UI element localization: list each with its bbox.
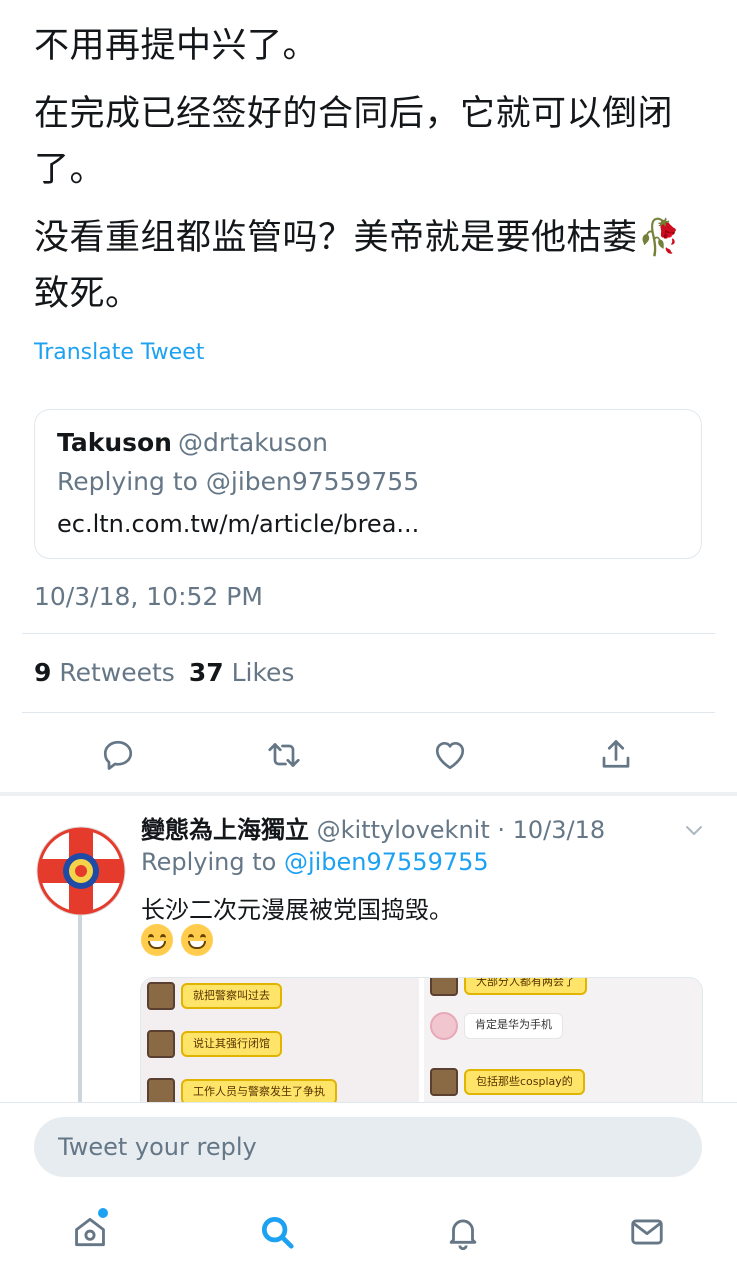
chat-message: 肯定是华为手机 <box>430 1012 563 1040</box>
reply-text: 长沙二次元漫展被党国捣毁。 <box>141 896 453 924</box>
replying-to-label: Replying to <box>141 848 277 876</box>
thread-line <box>78 915 82 1102</box>
quoted-author-handle: @drtakuson <box>177 428 328 457</box>
reply-handle-date: @kittyloveknit · 10/3/18 <box>316 816 606 844</box>
share-icon <box>602 740 630 768</box>
media-image-right[interactable]: 大部分人都有两会了 肯定是华为手机 包括那些cosplay的 <box>424 978 702 1102</box>
tab-search[interactable] <box>255 1210 299 1254</box>
retweets-label: Retweets <box>59 658 175 687</box>
chat-bubble: 说让其强行闭馆 <box>181 1031 282 1057</box>
chat-avatar <box>147 1030 175 1058</box>
chat-message: 包括那些cosplay的 <box>430 1068 585 1096</box>
bottom-tab-bar <box>0 1192 737 1280</box>
chat-message: 工作人员与警察发生了争执 <box>147 1078 337 1102</box>
chat-avatar <box>147 1078 175 1102</box>
likes-stat[interactable]: 37 Likes <box>189 658 295 687</box>
quoted-author-row: Takuson @drtakuson <box>57 428 328 457</box>
grinning-emoji-icon <box>141 924 173 956</box>
divider <box>22 712 715 713</box>
chat-message: 说让其强行闭馆 <box>147 1030 282 1058</box>
chat-message: 大部分人都有两会了 <box>430 978 587 996</box>
tab-notifications[interactable] <box>441 1210 485 1254</box>
like-icon <box>435 741 465 770</box>
reply-icon <box>103 740 133 770</box>
quoted-link[interactable]: ec.ltn.com.tw/m/article/brea... <box>57 510 419 538</box>
tweet-timestamp: 10/3/18, 10:52 PM <box>34 582 263 611</box>
reply-replying-to: Replying to @jiben97559755 <box>141 848 489 876</box>
chevron-down-icon <box>686 826 702 835</box>
notification-dot <box>98 1208 108 1218</box>
tweet-text-line: 在完成已经签好的合同后，它就可以倒闭了。 <box>34 94 674 190</box>
shanghai-nation-logo-icon <box>36 826 126 916</box>
likes-label: Likes <box>231 658 295 687</box>
like-button[interactable] <box>430 732 470 778</box>
tweet-stats: 9 Retweets 37 Likes <box>34 658 294 687</box>
reply-media[interactable]: 就把警察叫过去 说让其强行闭馆 工作人员与警察发生了争执 大部分人都有两会了 肯… <box>140 977 703 1102</box>
translate-tweet-link[interactable]: Translate Tweet <box>34 340 204 365</box>
chat-message: 就把警察叫过去 <box>147 982 282 1010</box>
section-divider <box>0 792 737 796</box>
share-button[interactable] <box>596 732 636 778</box>
chat-bubble: 大部分人都有两会了 <box>464 978 587 995</box>
media-image-left[interactable]: 就把警察叫过去 说让其强行闭馆 工作人员与警察发生了争执 <box>141 978 419 1102</box>
reply-composer-bar <box>0 1102 737 1192</box>
replying-to-mention[interactable]: @jiben97559755 <box>284 848 489 876</box>
tweet-body: 不用再提中兴了。 在完成已经签好的合同后，它就可以倒闭了。 没看重组都监管吗？美… <box>34 18 714 334</box>
tweet-menu-button[interactable] <box>682 818 706 842</box>
chat-avatar <box>430 1012 458 1040</box>
chat-bubble: 就把警察叫过去 <box>181 983 282 1009</box>
quoted-replying-to: Replying to @jiben97559755 <box>57 467 420 496</box>
retweet-icon <box>268 743 300 767</box>
chat-bubble: 工作人员与警察发生了争执 <box>181 1079 337 1102</box>
chat-avatar <box>430 978 458 996</box>
reply-input[interactable] <box>34 1117 702 1177</box>
reply-tweet[interactable]: 變態為上海獨立 @kittyloveknit · 10/3/18 Replyin… <box>0 800 737 1102</box>
tweet-action-bar <box>0 732 737 778</box>
search-icon <box>261 1216 294 1249</box>
chat-bubble: 包括那些cosplay的 <box>464 1069 585 1095</box>
chat-bubble: 肯定是华为手机 <box>464 1013 563 1039</box>
tweet-text-line: 不用再提中兴了。 <box>34 26 319 66</box>
tab-home[interactable] <box>68 1208 112 1254</box>
retweets-stat[interactable]: 9 Retweets <box>34 658 175 687</box>
messages-icon <box>631 1219 663 1245</box>
reply-author-row: 變態為上海獨立 @kittyloveknit · 10/3/18 <box>141 810 605 845</box>
home-icon <box>75 1217 105 1247</box>
likes-count: 37 <box>188 658 224 687</box>
quoted-tweet-card[interactable]: Takuson @drtakuson Replying to @jiben9755… <box>34 409 702 559</box>
emoji-row <box>141 924 213 956</box>
retweet-button[interactable] <box>264 732 304 778</box>
chat-avatar <box>430 1068 458 1096</box>
avatar[interactable] <box>36 826 126 916</box>
divider <box>22 633 715 634</box>
tab-messages[interactable] <box>625 1210 669 1254</box>
grinning-emoji-icon <box>181 924 213 956</box>
quoted-author-name: Takuson <box>57 428 172 457</box>
chat-avatar <box>147 982 175 1010</box>
tweet-text-line: 没看重组都监管吗？美帝就是要他枯萎🥀致死。 <box>34 218 682 314</box>
reply-author-name[interactable]: 變態為上海獨立 <box>141 816 309 844</box>
notifications-icon <box>449 1219 477 1250</box>
reply-button[interactable] <box>98 732 138 778</box>
retweets-count: 9 <box>34 658 52 687</box>
